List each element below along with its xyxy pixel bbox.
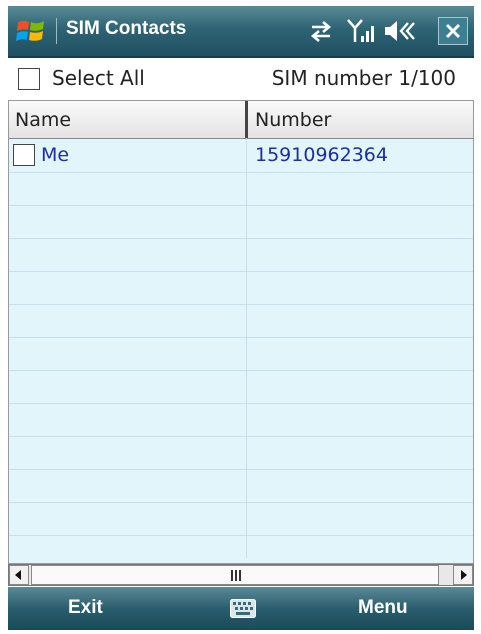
close-button[interactable] [438,17,468,45]
grid-line [9,304,473,305]
grid-line [9,502,473,503]
close-icon [445,23,461,39]
menu-softkey[interactable]: Menu [358,597,408,619]
select-all-checkbox[interactable] [18,68,40,90]
scroll-thumb[interactable] [31,565,439,585]
grid-line [9,469,473,470]
grid-line [9,337,473,338]
arrow-left-icon [15,570,21,580]
keyboard-icon[interactable] [230,599,256,618]
select-all-label[interactable]: Select All [52,66,145,90]
title-bar: SIM Contacts [8,6,474,58]
grid-line [9,436,473,437]
grid-line [9,403,473,404]
contact-number: 15910962364 [255,144,388,166]
title-separator [56,18,57,44]
contact-name: Me [41,144,70,166]
scroll-right-button[interactable] [453,565,473,585]
row-checkbox[interactable] [13,144,35,166]
softkey-bar: Exit Menu [8,587,474,630]
horizontal-scrollbar[interactable] [8,564,474,586]
column-header-name[interactable]: Name [15,109,71,131]
signal-icon[interactable] [346,18,376,44]
grid-line [9,238,473,239]
column-resize-handle[interactable] [245,101,248,138]
grid-line [9,535,473,536]
sync-arrows-icon[interactable] [306,18,336,44]
table-row[interactable]: Me 15910962364 [9,138,473,172]
column-divider [246,138,247,558]
arrow-right-icon [461,570,467,580]
contacts-list[interactable]: Name Number Me 15910962364 [8,100,474,564]
list-header: Name Number [9,101,473,139]
grid-line [9,370,473,371]
grid-line [9,172,473,173]
window-title: SIM Contacts [66,18,187,39]
sim-number-counter: SIM number 1/100 [271,66,456,90]
phone-screen: SIM Contacts Select All SIM number 1/100 [8,6,474,630]
exit-softkey[interactable]: Exit [68,597,103,619]
column-header-number[interactable]: Number [255,109,331,131]
scroll-left-button[interactable] [9,565,29,585]
windows-start-icon[interactable] [14,14,48,48]
grid-line [9,271,473,272]
select-all-bar: Select All SIM number 1/100 [8,58,474,100]
grid-line [9,205,473,206]
volume-icon[interactable] [382,18,416,44]
grip-icon [231,570,241,581]
